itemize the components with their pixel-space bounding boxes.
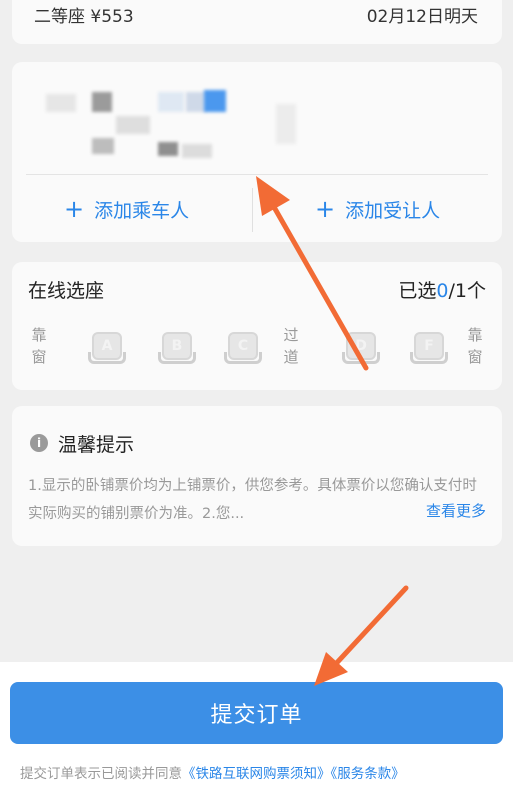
divider <box>252 188 253 232</box>
seat-f[interactable]: F <box>410 332 448 366</box>
order-page: 二等座 ¥553 02月12日明天 + 添加乘车人 + 添加受让人 在线选座 已… <box>0 0 513 790</box>
window-label-right: 靠窗 <box>467 326 483 366</box>
seat-a[interactable]: A <box>88 332 126 366</box>
seat-map: 靠窗 A B C 过道 D F 靠窗 <box>12 324 502 374</box>
seat-letter: B <box>162 332 192 360</box>
seat-count-suffix: /1个 <box>448 280 487 302</box>
seat-c[interactable]: C <box>224 332 262 366</box>
agreement-text: 提交订单表示已阅读并同意《铁路互联网购票须知》《服务条款》 <box>20 762 405 782</box>
passenger-card: + 添加乘车人 + 添加受让人 <box>12 62 502 242</box>
submit-order-button[interactable]: 提交订单 <box>10 682 503 744</box>
travel-date: 02月12日明天 <box>366 7 478 27</box>
ticket-info-card: 二等座 ¥553 02月12日明天 <box>12 0 502 44</box>
plus-icon: + <box>315 195 336 223</box>
ticket-notice-link[interactable]: 《铁路互联网购票须知》 <box>182 766 331 782</box>
blurred-passenger-info <box>26 74 326 174</box>
tips-text: 1.显示的卧铺票价均为上铺票价，供您参考。具体票价以您确认支付时实际购买的铺别票… <box>28 478 477 522</box>
seat-selected-count: 已选0/1个 <box>398 276 486 303</box>
seat-count-selected: 0 <box>436 280 449 302</box>
seat-class-price: 二等座 ¥553 <box>34 7 134 27</box>
window-label-left: 靠窗 <box>31 326 47 366</box>
seat-letter: C <box>228 332 258 360</box>
add-concession-button[interactable]: + 添加受让人 <box>315 186 440 232</box>
info-icon: i <box>30 434 48 452</box>
seat-letter: D <box>346 332 376 360</box>
aisle-label: 过道 <box>283 326 299 366</box>
divider <box>26 174 488 175</box>
seat-letter: A <box>92 332 122 360</box>
seat-b[interactable]: B <box>158 332 196 366</box>
agreement-prefix: 提交订单表示已阅读并同意 <box>20 766 182 782</box>
seat-selection-title: 在线选座 <box>28 280 105 302</box>
add-passenger-label: 添加乘车人 <box>94 199 190 222</box>
seat-d[interactable]: D <box>342 332 380 366</box>
plus-icon: + <box>64 195 85 223</box>
add-passenger-button[interactable]: + 添加乘车人 <box>64 186 189 232</box>
seat-letter: F <box>414 332 444 360</box>
tips-card: i 温馨提示 1.显示的卧铺票价均为上铺票价，供您参考。具体票价以您确认支付时实… <box>12 406 502 546</box>
tips-title: 温馨提示 <box>58 434 135 456</box>
add-concession-label: 添加受让人 <box>345 199 441 222</box>
seat-count-prefix: 已选 <box>398 280 437 302</box>
seat-selection-card: 在线选座 已选0/1个 靠窗 A B C 过道 D F 靠窗 <box>12 262 502 390</box>
service-terms-link[interactable]: 《服务条款》 <box>331 766 405 782</box>
view-more-link[interactable]: 查看更多 <box>426 500 486 521</box>
